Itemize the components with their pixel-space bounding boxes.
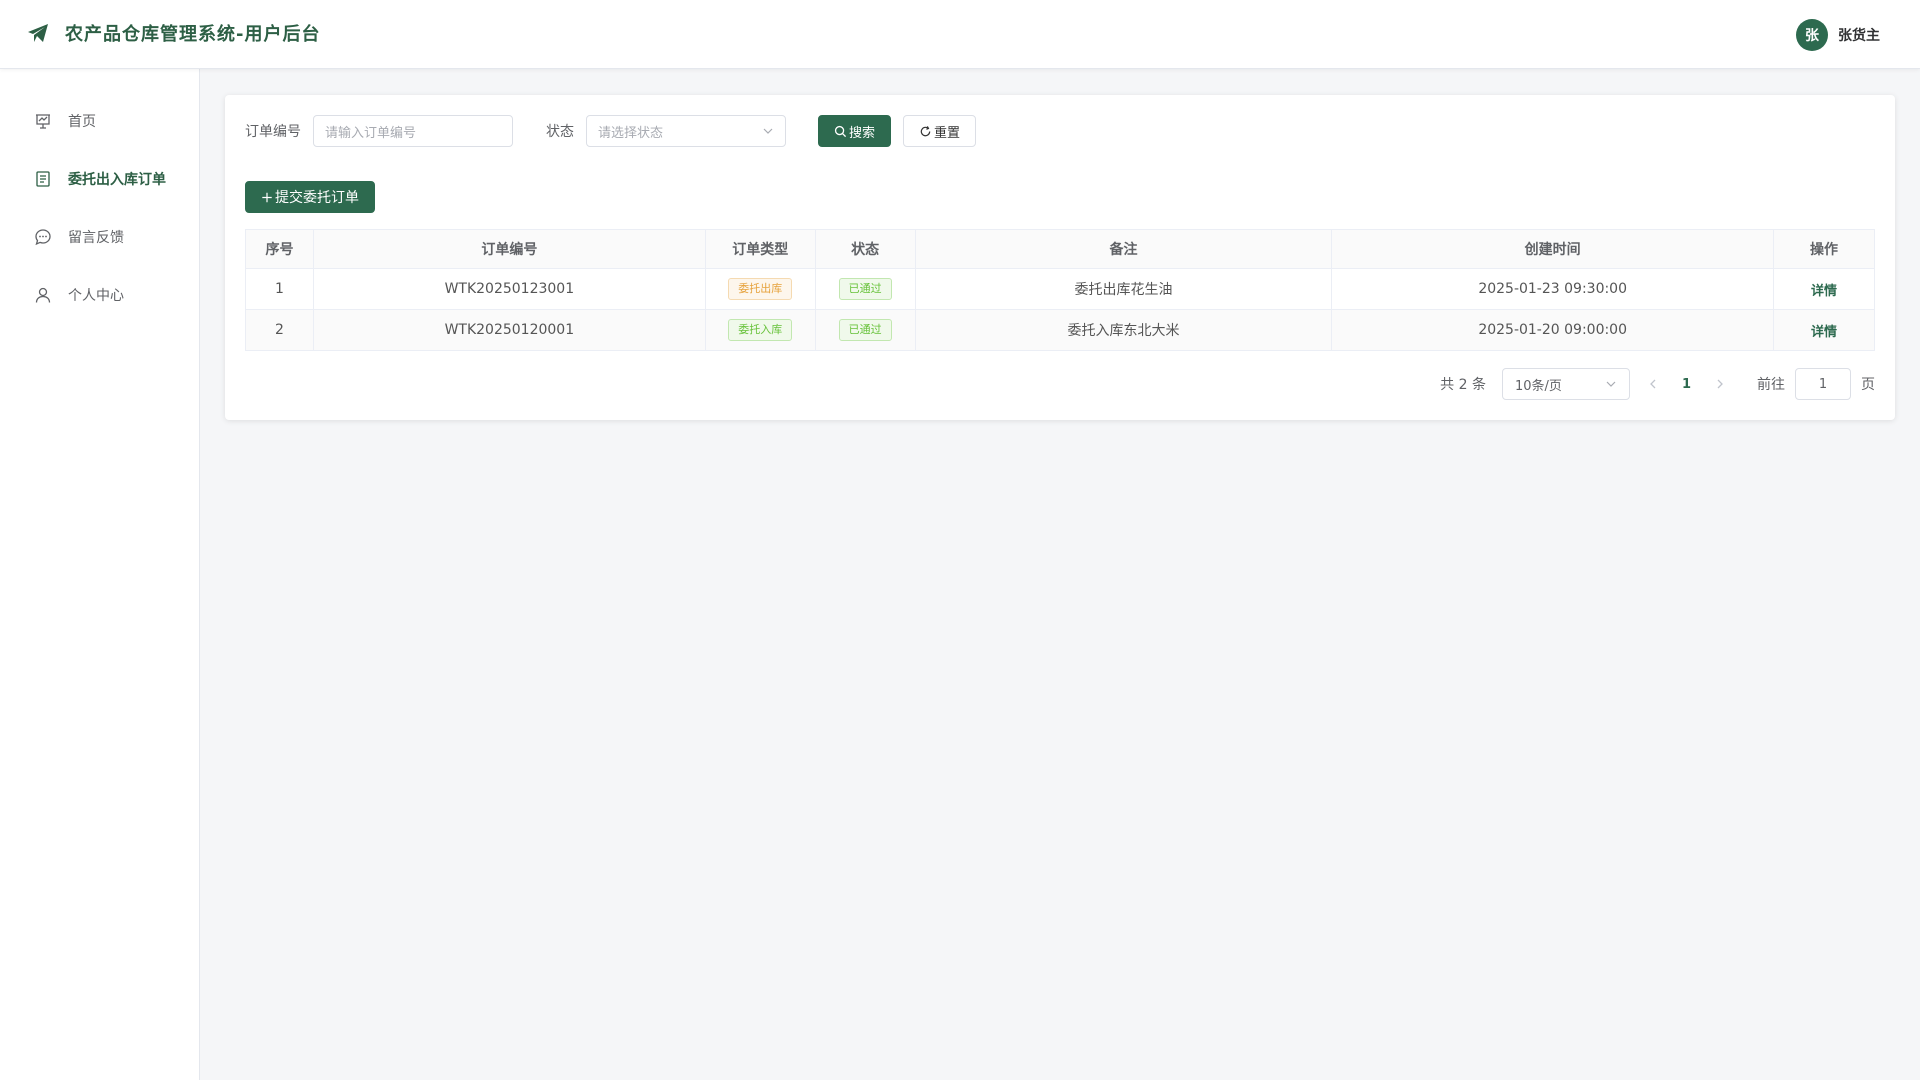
table-row: 1 WTK20250123001 委托出库 已通过 委托出库花生油 2025-0… xyxy=(245,268,1875,310)
cell-created: 2025-01-23 09:30:00 xyxy=(1331,268,1775,310)
column-header-order-no: 订单编号 xyxy=(312,229,706,269)
refresh-icon xyxy=(920,125,931,136)
type-tag: 委托入库 xyxy=(728,319,793,341)
cell-remark: 委托入库东北大米 xyxy=(914,309,1333,351)
sidebar: 首页 委托出入库订单 留言反馈 个人中心 xyxy=(0,69,200,1080)
document-icon xyxy=(36,171,50,187)
reset-button-label: 重置 xyxy=(934,125,961,141)
sidebar-item-feedback[interactable]: 留言反馈 xyxy=(0,208,199,266)
submit-order-label: 提交委托订单 xyxy=(275,190,359,206)
avatar[interactable]: 张 xyxy=(1796,19,1828,51)
search-button[interactable]: 搜索 xyxy=(818,115,892,147)
status-select[interactable]: 请选择状态 xyxy=(586,115,786,147)
jump-page-value: 1 xyxy=(1818,376,1828,392)
cell-action: 详情 xyxy=(1773,268,1875,310)
sidebar-item-label: 个人中心 xyxy=(68,288,124,304)
brand: 农产品仓库管理系统-用户后台 xyxy=(26,20,320,46)
chevron-right-icon[interactable] xyxy=(1713,377,1727,391)
cell-index: 1 xyxy=(245,268,314,310)
search-icon xyxy=(834,125,847,137)
sidebar-item-label: 留言反馈 xyxy=(68,230,124,246)
submit-order-button[interactable]: 提交委托订单 xyxy=(245,181,375,213)
column-header-status: 状态 xyxy=(814,229,916,269)
sidebar-item-home[interactable]: 首页 xyxy=(0,92,199,150)
sidebar-item-orders[interactable]: 委托出入库订单 xyxy=(0,150,199,208)
status-tag: 已通过 xyxy=(838,319,892,341)
column-header-action: 操作 xyxy=(1773,229,1875,269)
chevron-down-icon xyxy=(1606,381,1616,387)
pagination-total: 共 2 条 xyxy=(1440,377,1486,393)
search-form: 订单编号 请输入订单编号 状态 请选择状态 搜索 重置 xyxy=(245,115,977,147)
orders-table: 序号 订单编号 订单类型 状态 备注 创建时间 操作 1 WTK20250123… xyxy=(245,229,1875,351)
cell-status: 已通过 xyxy=(814,268,916,310)
detail-link[interactable]: 详情 xyxy=(1811,284,1837,299)
column-header-created: 创建时间 xyxy=(1331,229,1775,269)
user-icon xyxy=(35,287,51,303)
user-name[interactable]: 张货主 xyxy=(1838,25,1880,45)
sidebar-item-label: 委托出入库订单 xyxy=(68,172,166,188)
plus-icon xyxy=(262,192,272,202)
table-header-row: 序号 订单编号 订单类型 状态 备注 创建时间 操作 xyxy=(245,229,1875,269)
order-panel: 订单编号 请输入订单编号 状态 请选择状态 搜索 重置 提交委托订单 序号 订单… xyxy=(225,95,1895,420)
top-header: 农产品仓库管理系统-用户后台 张 张货主 xyxy=(0,0,1920,69)
column-header-index: 序号 xyxy=(245,229,314,269)
page-size-value: 10条/页 xyxy=(1514,378,1562,394)
column-header-remark: 备注 xyxy=(914,229,1333,269)
order-no-placeholder: 请输入订单编号 xyxy=(325,125,417,141)
column-header-type: 订单类型 xyxy=(704,229,816,269)
cell-order-no: WTK20250123001 xyxy=(312,268,706,310)
cell-type: 委托出库 xyxy=(704,268,816,310)
sidebar-item-profile[interactable]: 个人中心 xyxy=(0,266,199,324)
app-title: 农产品仓库管理系统-用户后台 xyxy=(65,24,321,45)
table-row: 2 WTK20250120001 委托入库 已通过 委托入库东北大米 2025-… xyxy=(245,309,1875,351)
chevron-left-icon[interactable] xyxy=(1646,377,1660,391)
page-size-select[interactable]: 10条/页 xyxy=(1501,368,1630,400)
status-tag: 已通过 xyxy=(838,278,892,300)
cell-index: 2 xyxy=(245,309,314,351)
chevron-down-icon xyxy=(763,128,773,134)
order-no-label: 订单编号 xyxy=(245,124,301,140)
order-no-input[interactable]: 请输入订单编号 xyxy=(313,115,513,147)
pagination: 共 2 条 10条/页 1 前往 1 页 xyxy=(1440,368,1875,400)
search-button-label: 搜索 xyxy=(849,125,876,141)
cell-order-no: WTK20250120001 xyxy=(312,309,706,351)
paper-plane-icon xyxy=(28,24,48,42)
type-tag: 委托出库 xyxy=(728,278,793,300)
user-menu[interactable]: 张 张货主 xyxy=(1796,19,1880,51)
jump-page-input[interactable]: 1 xyxy=(1795,368,1851,400)
jump-label: 前往 xyxy=(1757,377,1785,393)
sidebar-item-label: 首页 xyxy=(68,114,96,130)
cell-remark: 委托出库花生油 xyxy=(914,268,1333,310)
page-suffix: 页 xyxy=(1861,377,1875,393)
cell-created: 2025-01-20 09:00:00 xyxy=(1331,309,1775,351)
home-icon xyxy=(36,114,50,129)
status-label: 状态 xyxy=(546,124,574,140)
cell-action: 详情 xyxy=(1773,309,1875,351)
page-number-current[interactable]: 1 xyxy=(1682,377,1691,392)
cell-status: 已通过 xyxy=(814,309,916,351)
detail-link[interactable]: 详情 xyxy=(1811,325,1837,340)
cell-type: 委托入库 xyxy=(704,309,816,351)
chat-icon xyxy=(35,229,51,246)
status-placeholder: 请选择状态 xyxy=(598,125,664,141)
reset-button[interactable]: 重置 xyxy=(903,115,977,147)
